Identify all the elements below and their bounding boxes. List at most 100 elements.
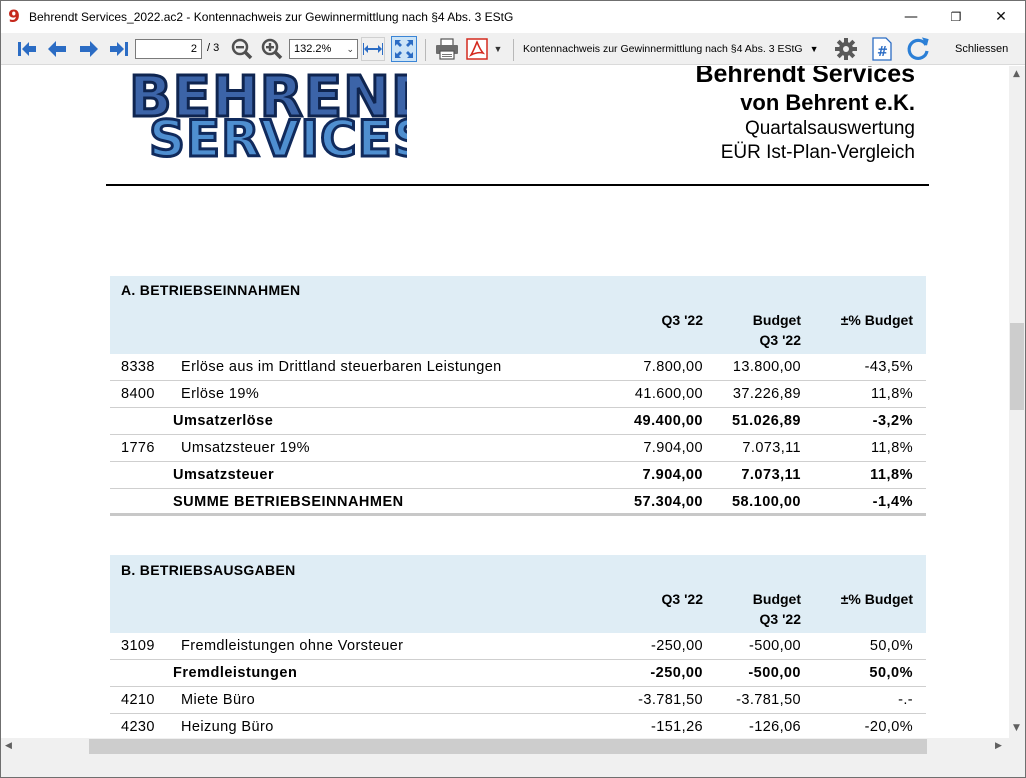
- prev-page-button[interactable]: [45, 37, 69, 61]
- vertical-scroll-thumb[interactable]: [1010, 323, 1024, 410]
- value-q: 7.904,00: [642, 467, 703, 483]
- value-q: -250,00: [650, 665, 703, 681]
- value-q: 57.304,00: [633, 494, 703, 510]
- value-pct: -1,4%: [872, 494, 913, 510]
- refresh-button[interactable]: [904, 37, 932, 61]
- value-q: -250,00: [651, 638, 703, 654]
- value-budget: -500,00: [748, 665, 801, 681]
- subtotal-label: Umsatzsteuer: [173, 467, 275, 483]
- window-title: Behrendt Services_2022.ac2 - Kontennachw…: [29, 10, 514, 24]
- vertical-scrollbar[interactable]: ▲ ▼: [1009, 66, 1025, 738]
- zoom-out-button[interactable]: [230, 37, 254, 61]
- close-window-button[interactable]: ✕: [978, 1, 1024, 33]
- page-total-label: / 3: [207, 42, 220, 54]
- zoom-select[interactable]: 132.2% ⌄: [289, 39, 358, 59]
- scroll-left-icon[interactable]: ◀: [5, 741, 12, 751]
- scroll-right-icon[interactable]: ▶: [995, 741, 1002, 751]
- fit-page-button[interactable]: [391, 36, 417, 62]
- page-number-input[interactable]: 2: [135, 39, 202, 59]
- column-header-budget: Budget: [752, 312, 801, 328]
- scroll-up-icon[interactable]: ▲: [1013, 69, 1020, 79]
- numbering-icon: #: [872, 37, 892, 61]
- report-subtitle-1: Quartalsauswertung: [744, 118, 915, 139]
- caret-down-icon: ▼: [809, 44, 819, 54]
- account-name: Umsatzsteuer 19%: [181, 440, 310, 456]
- value-budget: 51.026,89: [731, 413, 801, 429]
- horizontal-scrollbar[interactable]: ◀ ▶: [1, 738, 1009, 755]
- toolbar-separator: [513, 39, 514, 61]
- settings-button[interactable]: [832, 37, 860, 61]
- subtotal-row: Fremdleistungen -250,00 -500,00 50,0%: [110, 660, 926, 687]
- last-page-icon: [110, 42, 128, 56]
- value-budget: 58.100,00: [731, 494, 801, 510]
- last-page-button[interactable]: [107, 37, 131, 61]
- horizontal-scroll-thumb[interactable]: [89, 739, 927, 754]
- pdf-export-button[interactable]: [464, 37, 490, 61]
- pdf-dropdown-arrow[interactable]: ▼: [491, 37, 505, 61]
- value-q: -3.781,50: [638, 692, 703, 708]
- table-row: 1776 Umsatzsteuer 19% 7.904,00 7.073,11 …: [110, 435, 926, 462]
- column-header-pct: ±% Budget: [840, 312, 913, 328]
- section-header: B. BETRIEBSAUSGABEN Q3 '22 Budget Q3 '22…: [110, 555, 926, 633]
- value-budget: -500,00: [749, 638, 801, 654]
- subtotal-row: Umsatzsteuer 7.904,00 7.073,11 11,8%: [110, 462, 926, 489]
- account-number: 4230: [121, 719, 155, 735]
- minimize-button[interactable]: —: [888, 1, 934, 33]
- document-viewport[interactable]: BEHRENDT SERVICES Behrendt Services von …: [1, 66, 1009, 738]
- table-row: 8338 Erlöse aus im Drittland steuerbaren…: [110, 354, 926, 381]
- report-subtitle-2: EÜR Ist-Plan-Vergleich: [720, 142, 915, 163]
- section-title: B. BETRIEBSAUSGABEN: [121, 562, 296, 578]
- value-pct: -3,2%: [872, 413, 913, 429]
- section-betriebsausgaben: B. BETRIEBSAUSGABEN Q3 '22 Budget Q3 '22…: [110, 555, 926, 738]
- value-pct: 11,8%: [870, 440, 913, 456]
- next-page-icon: [80, 41, 98, 57]
- subtotal-label: Fremdleistungen: [173, 665, 298, 681]
- column-header-pct: ±% Budget: [840, 591, 913, 607]
- fit-width-button[interactable]: [361, 37, 385, 61]
- first-page-button[interactable]: [15, 37, 39, 61]
- table-row: 8400 Erlöse 19% 41.600,00 37.226,89 11,8…: [110, 381, 926, 408]
- value-q: 7.904,00: [643, 440, 703, 456]
- account-name: Erlöse 19%: [181, 386, 260, 402]
- account-name: Fremdleistungen ohne Vorsteuer: [181, 638, 404, 654]
- print-button[interactable]: [433, 37, 461, 61]
- value-pct: 11,8%: [870, 467, 913, 483]
- chevron-down-icon: ⌄: [346, 44, 354, 54]
- header-divider: [106, 184, 929, 186]
- value-pct: -43,5%: [864, 359, 913, 375]
- zoom-in-button[interactable]: [260, 37, 284, 61]
- value-budget: 7.073,11: [742, 440, 801, 456]
- value-pct: 50,0%: [869, 638, 913, 654]
- value-q: 7.800,00: [643, 359, 703, 375]
- logo-line2: SERVICES: [149, 110, 407, 164]
- column-header-budget: Budget: [752, 591, 801, 607]
- value-pct: 11,8%: [870, 386, 913, 402]
- column-header-q: Q3 '22: [661, 591, 703, 607]
- svg-text:#: #: [877, 45, 888, 60]
- subtotal-label: Umsatzerlöse: [173, 413, 274, 429]
- report-select[interactable]: Kontennachweis zur Gewinnermittlung nach…: [523, 43, 819, 55]
- account-number: 4210: [121, 692, 155, 708]
- scrollbar-corner: [1009, 738, 1025, 755]
- caret-down-icon: ▼: [493, 44, 503, 54]
- value-budget: 13.800,00: [732, 359, 801, 375]
- prev-page-icon: [48, 41, 66, 57]
- scroll-down-icon[interactable]: ▼: [1013, 723, 1020, 733]
- value-budget: -126,06: [749, 719, 801, 735]
- refresh-icon: [907, 37, 929, 60]
- column-header-budget-period: Q3 '22: [759, 611, 801, 627]
- account-name: Miete Büro: [181, 692, 256, 708]
- maximize-button[interactable]: ❐: [933, 1, 979, 33]
- value-q: 49.400,00: [633, 413, 703, 429]
- status-bar: [1, 755, 1025, 777]
- pdf-icon: [466, 38, 488, 60]
- column-header-budget-period: Q3 '22: [759, 332, 801, 348]
- company-owner: von Behrent e.K.: [740, 90, 915, 115]
- total-label: SUMME BETRIEBSEINNAHMEN: [173, 494, 404, 510]
- toolbar-separator: [425, 39, 426, 61]
- next-page-button[interactable]: [77, 37, 101, 61]
- value-budget: 7.073,11: [741, 467, 801, 483]
- numbering-button[interactable]: #: [870, 37, 894, 61]
- account-number: 3109: [121, 638, 155, 654]
- schliessen-button[interactable]: Schliessen: [955, 43, 1008, 55]
